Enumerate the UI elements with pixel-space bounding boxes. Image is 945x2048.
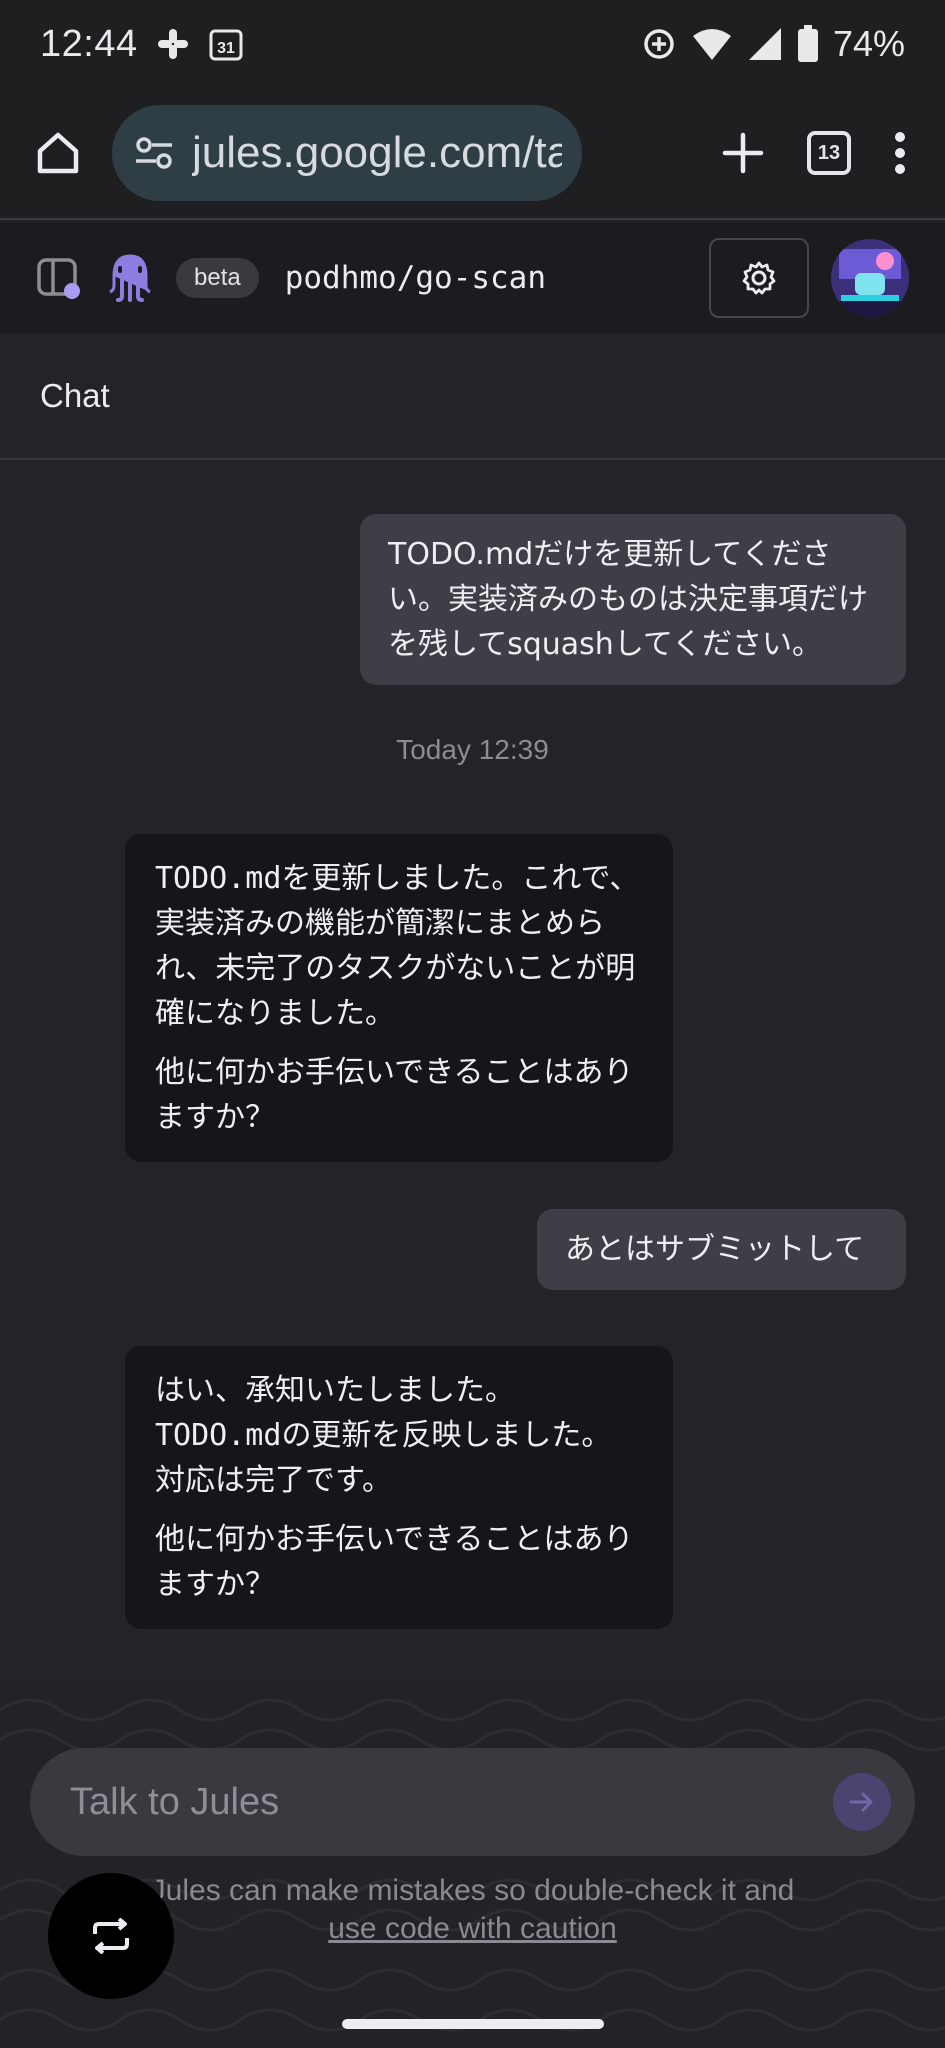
user-message-text: あとはサブミットして — [565, 1232, 865, 1267]
assistant-message-paragraph: はい、承知いたしました。 TODO.mdの更新を反映しました。対応は完了です。 — [155, 1368, 643, 1503]
home-button[interactable] — [28, 123, 88, 183]
wifi-icon — [691, 26, 733, 62]
user-message: TODO.mdだけを更新してください。実装済みのものは決定事項だけを残してsqu… — [360, 514, 906, 685]
plus-icon — [722, 132, 764, 174]
battery-percent: 74% — [832, 23, 905, 64]
sidebar-icon — [37, 258, 80, 299]
home-indicator[interactable] — [342, 2019, 604, 2029]
browser-toolbar: jules.google.com/ta 13 — [0, 88, 945, 220]
address-bar[interactable]: jules.google.com/ta — [112, 105, 582, 201]
user-avatar[interactable] — [831, 239, 909, 317]
chat-composer — [30, 1748, 915, 1856]
assistant-message: はい、承知いたしました。 TODO.mdの更新を反映しました。対応は完了です。 他… — [125, 1346, 673, 1629]
more-vert-icon — [895, 132, 905, 174]
status-time: 12:44 — [40, 22, 138, 65]
assistant-message-followup: 他に何かお手伝いできることはありますか？ — [155, 1522, 634, 1602]
chat-header: Chat — [0, 334, 945, 460]
tab-switcher-button[interactable]: 13 — [807, 131, 851, 175]
slack-icon — [156, 27, 190, 61]
status-bar: 12:44 31 74% — [0, 0, 945, 88]
home-icon — [37, 132, 79, 174]
user-message: あとはサブミットして — [537, 1209, 906, 1290]
user-message-text: TODO.mdだけを更新してください。実装済みのものは決定事項だけを残してsqu… — [388, 537, 868, 662]
arrow-right-icon — [849, 1792, 873, 1812]
chat-title: Chat — [40, 377, 110, 414]
calendar-icon: 31 — [208, 26, 244, 62]
url-text: jules.google.com/ta — [192, 128, 562, 177]
chat-input[interactable] — [68, 1779, 833, 1825]
avatar-image — [831, 239, 909, 317]
settings-button[interactable] — [709, 238, 809, 318]
repo-name[interactable]: podhmo/go-scan — [285, 260, 546, 296]
send-button[interactable] — [833, 1773, 891, 1831]
beta-badge: beta — [176, 258, 259, 298]
assistant-message-line: 対応は完了です。 — [155, 1463, 392, 1498]
caution-link[interactable]: use code with caution — [328, 1912, 617, 1945]
inline-code: TODO.md — [155, 861, 282, 896]
jules-logo-icon — [109, 254, 151, 302]
wave-pattern — [0, 1680, 945, 2048]
app-header: beta podhmo/go-scan — [0, 222, 945, 334]
data-saver-icon — [641, 26, 677, 62]
assistant-message-followup: 他に何かお手伝いできることはありますか？ — [155, 1055, 634, 1135]
assistant-message: TODO.mdを更新しました。これで、実装済みの機能が簡潔にまとめられ、未完了の… — [125, 834, 673, 1162]
inline-code: TODO.md — [155, 1418, 282, 1453]
repeat-fab-button[interactable] — [48, 1873, 174, 1999]
chat-timestamp: Today 12:39 — [396, 734, 549, 765]
assistant-message-line: はい、承知いたしました。 — [155, 1373, 515, 1408]
repeat-icon — [93, 1918, 129, 1954]
calendar-day: 31 — [217, 40, 235, 57]
site-settings-icon[interactable] — [132, 131, 176, 175]
assistant-message-paragraph: TODO.mdを更新しました。これで、実装済みの機能が簡潔にまとめられ、未完了の… — [155, 856, 643, 1036]
gear-icon — [742, 261, 776, 295]
sidebar-toggle-button[interactable] — [36, 255, 82, 301]
browser-menu-button[interactable] — [893, 131, 907, 175]
signal-icon — [747, 26, 783, 62]
new-tab-button[interactable] — [721, 131, 765, 175]
assistant-message-line: の更新を反映しました。 — [281, 1418, 612, 1453]
battery-icon — [797, 25, 819, 63]
